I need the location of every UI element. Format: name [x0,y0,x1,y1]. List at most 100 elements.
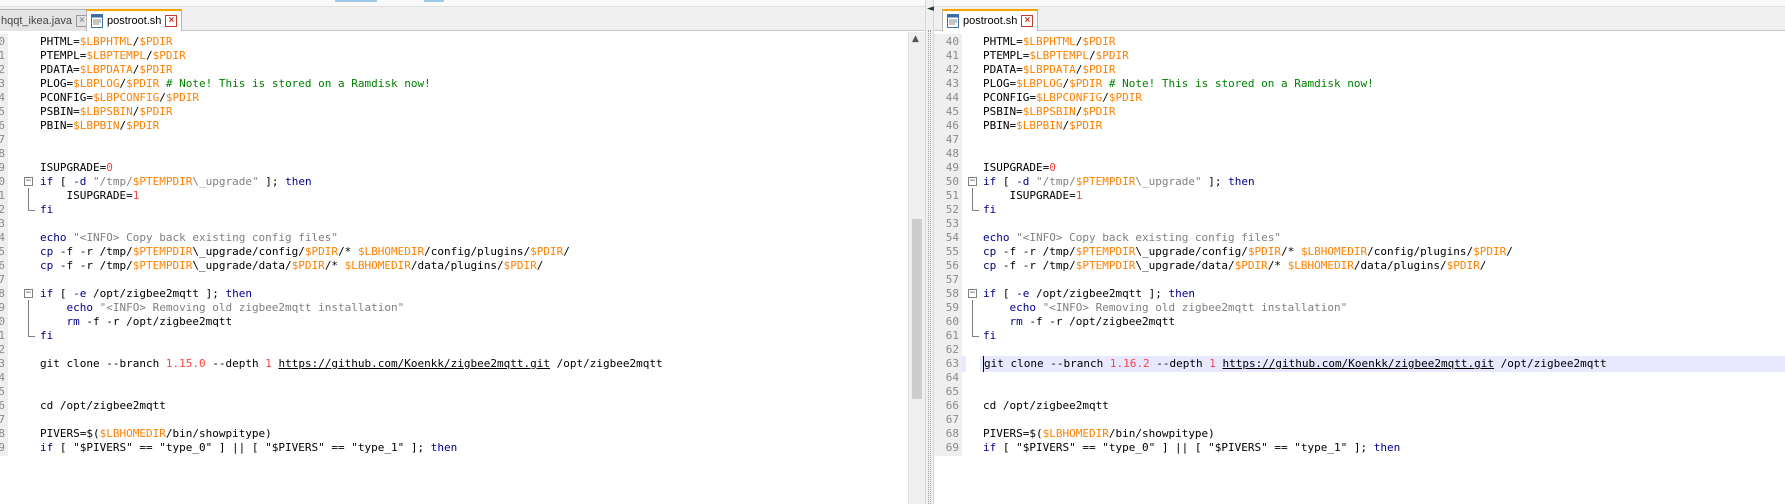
code-text: PCONFIG= [983,91,1036,104]
url-link[interactable]: https://github.com/Koenkk/zigbee2mqtt.gi… [1222,357,1494,370]
code-text: / [1088,49,1096,62]
variable-token: $LBPDATA [1022,63,1076,76]
variable-token: $PDIR [1234,259,1268,272]
variable-token: $PDIR [1069,119,1103,132]
variable-token: $PDIR [126,77,160,90]
keyword-token: -d [1016,175,1030,188]
splitter-arrow-icon[interactable]: ◄ [927,4,934,14]
keyword-token: then [1228,175,1255,188]
code-text: / [145,49,153,62]
fold-collapse-icon[interactable]: − [968,177,977,186]
variable-token: $PDIR [1108,91,1142,104]
keyword-token: if [983,175,997,188]
keyword-token: if [40,441,54,454]
variable-token: $PTEMPDIR [1075,175,1136,188]
keyword-token: -e [73,287,87,300]
code-text: / [1102,91,1109,104]
code-text: PIVERS=$( [983,427,1043,440]
fold-end-marker [28,328,35,337]
code-text: git clone --branch [984,357,1110,370]
code-text: ISUPGRADE= [40,189,133,202]
toolbar-accent [424,0,444,2]
fold-end-marker [28,202,35,211]
splitter-grip[interactable] [928,30,931,504]
tab-postroot-sh[interactable]: postroot.sh × [942,9,1039,31]
code-text: \_upgrade/config/ [192,245,305,258]
variable-token: $PDIR [1082,105,1116,118]
fold-collapse-icon[interactable]: − [24,289,33,298]
scroll-up-icon[interactable]: ▲ [912,34,919,44]
pane-splitter[interactable]: ◄ [925,0,934,504]
tab-postroot-sh[interactable]: postroot.sh × [86,9,183,31]
close-icon[interactable]: × [1021,15,1034,27]
variable-token: $PDIR [139,105,173,118]
fold-end-marker [972,328,979,337]
code-text: --depth [1149,357,1210,370]
keyword-token: if [40,287,54,300]
comment-token: # Note! This is stored on a Ramdisk now! [1102,77,1374,90]
code-text: PHTML= [40,35,80,48]
variable-token: $PDIR [126,119,160,132]
code-text: ISUPGRADE= [983,161,1050,174]
variable-token: $PDIR [139,63,173,76]
fold-collapse-icon[interactable]: − [24,177,33,186]
code-line[interactable]: 69 if [ "$PIVERS" == "type_0" ] || [ "$PI… [934,440,1785,456]
keyword-token: echo [1009,301,1037,314]
code-text: PLOG= [40,77,74,90]
code-text: [ [996,175,1017,188]
variable-token: $LBHOMEDIR [357,245,425,258]
variable-token: $LBPBIN [1016,119,1063,132]
scrollbar-thumb[interactable] [912,219,922,400]
keyword-token: fi [40,329,54,342]
code-text: -f -r /opt/zigbee2mqtt [79,315,233,328]
keyword-token: if [983,287,997,300]
close-icon[interactable]: × [165,15,178,27]
code-text: /opt/zigbee2mqtt ]; [1029,287,1169,300]
number-token: 1 [132,189,140,202]
tab-label: postroot.sh [963,15,1018,27]
code-text: \_upgrade/data/ [192,259,292,272]
left-vertical-scrollbar[interactable]: ▲ [908,32,925,504]
right-tab-bar: postroot.sh × [934,0,1785,31]
code-text: PHTML= [983,35,1023,48]
code-line[interactable]: 9 if [ "$PIVERS" == "type_0" ] || [ "$PIV… [0,440,925,456]
code-text: PDATA= [983,63,1023,76]
tab-hqqt-ikea-java[interactable]: hqqt_ikea.java × [0,9,93,31]
variable-token: $LBHOMEDIR [344,259,411,272]
variable-token: $LBPCONFIG [1035,91,1103,104]
variable-token: $LBHOMEDIR [1300,245,1368,258]
variable-token: $LBPHTML [79,35,133,48]
right-code-editor[interactable]: 40 PHTML=$LBPHTML/$PDIR 41 PTEMPL=$LBPTEMPL… [934,32,1785,504]
code-text: [ "$PIVERS" == "type_0" ] || [ "$PIVERS"… [53,441,431,454]
number-token: 1 [265,357,272,370]
code-text: /* [1281,245,1301,258]
variable-token: $LBPDATA [79,63,133,76]
variable-token: $PDIR [1069,77,1103,90]
variable-token: $PTEMPDIR [132,175,193,188]
code-text: -f -r /tmp/ [53,245,133,258]
string-token: \_upgrade" [1135,175,1202,188]
code-content[interactable]: if [ "$PIVERS" == "type_0" ] || [ "$PIVE… [40,440,457,456]
variable-token: $PDIR [291,259,325,272]
tab-label: hqqt_ikea.java [1,14,72,27]
variable-token: $PDIR [152,49,186,62]
code-text: PTEMPL= [983,49,1030,62]
fold-collapse-icon[interactable]: − [968,289,977,298]
code-text: ISUPGRADE= [983,189,1076,202]
tab-label: postroot.sh [107,15,162,27]
top-strip [934,0,1785,7]
url-link[interactable]: https://github.com/Koenkk/zigbee2mqtt.gi… [278,357,550,370]
variable-token: $PDIR [1082,63,1116,76]
code-text: PSBIN= [983,105,1023,118]
variable-token: $LBHOMEDIR [1042,427,1109,440]
keyword-token: if [983,441,997,454]
code-text: ]; [258,175,286,188]
code-content[interactable]: if [ "$PIVERS" == "type_0" ] || [ "$PIVE… [983,440,1400,456]
variable-token: $LBPBIN [73,119,120,132]
keyword-token: then [1373,441,1401,454]
code-text: cd /opt/zigbee2mqtt [983,399,1109,412]
keyword-token: rm [1009,315,1023,328]
left-code-editor[interactable]: 0 PHTML=$LBPHTML/$PDIR 1 PTEMPL=$LBPTEMPL/$… [0,32,925,504]
code-text: PBIN= [40,119,74,132]
code-text: [ [53,287,74,300]
